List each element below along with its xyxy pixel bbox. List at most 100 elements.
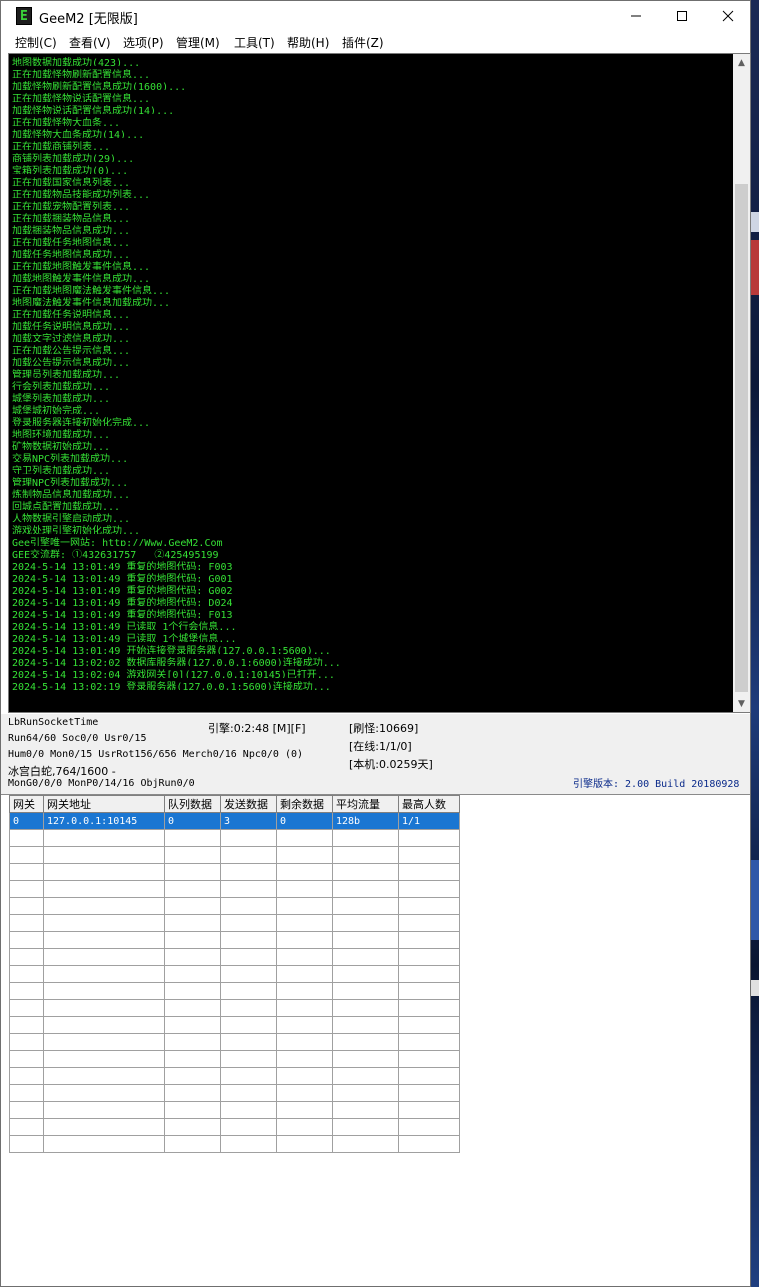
- maximize-button[interactable]: [659, 1, 705, 31]
- table-cell[interactable]: 0: [9, 812, 44, 830]
- table-cell-empty[interactable]: [43, 1084, 165, 1102]
- table-cell-empty[interactable]: [43, 931, 165, 949]
- table-cell-empty[interactable]: [332, 982, 399, 1000]
- table-cell-empty[interactable]: [398, 829, 460, 847]
- scroll-down-icon[interactable]: ▼: [733, 695, 750, 712]
- table-row-empty[interactable]: [9, 1118, 460, 1136]
- column-header[interactable]: 网关: [9, 795, 44, 813]
- table-cell-empty[interactable]: [220, 1050, 277, 1068]
- table-row-empty[interactable]: [9, 965, 460, 983]
- table-cell-empty[interactable]: [43, 829, 165, 847]
- table-cell[interactable]: 0: [164, 812, 221, 830]
- table-cell-empty[interactable]: [276, 846, 333, 864]
- table-cell-empty[interactable]: [220, 948, 277, 966]
- table-row-empty[interactable]: [9, 1101, 460, 1119]
- table-cell-empty[interactable]: [398, 1033, 460, 1051]
- table-cell-empty[interactable]: [164, 914, 221, 932]
- table-cell-empty[interactable]: [398, 965, 460, 983]
- table-cell-empty[interactable]: [276, 863, 333, 881]
- scroll-up-icon[interactable]: ▲: [733, 54, 750, 71]
- table-cell-empty[interactable]: [164, 965, 221, 983]
- table-cell-empty[interactable]: [332, 829, 399, 847]
- table-cell-empty[interactable]: [9, 948, 44, 966]
- table-cell-empty[interactable]: [332, 1050, 399, 1068]
- table-row-empty[interactable]: [9, 914, 460, 932]
- table-cell-empty[interactable]: [9, 914, 44, 932]
- table-cell-empty[interactable]: [164, 1101, 221, 1119]
- table-cell-empty[interactable]: [9, 999, 44, 1017]
- table-cell-empty[interactable]: [332, 1118, 399, 1136]
- column-header[interactable]: 发送数据: [220, 795, 277, 813]
- column-header[interactable]: 剩余数据: [276, 795, 333, 813]
- table-cell-empty[interactable]: [9, 1084, 44, 1102]
- table-cell-empty[interactable]: [9, 846, 44, 864]
- table-cell-empty[interactable]: [164, 1067, 221, 1085]
- table-cell-empty[interactable]: [276, 982, 333, 1000]
- table-cell-empty[interactable]: [220, 914, 277, 932]
- table-row-empty[interactable]: [9, 982, 460, 1000]
- table-cell-empty[interactable]: [43, 1033, 165, 1051]
- table-cell-empty[interactable]: [276, 1135, 333, 1153]
- table-cell-empty[interactable]: [9, 1101, 44, 1119]
- table-cell-empty[interactable]: [398, 897, 460, 915]
- table-row-empty[interactable]: [9, 880, 460, 898]
- table-cell-empty[interactable]: [220, 829, 277, 847]
- table-cell-empty[interactable]: [398, 914, 460, 932]
- table-cell-empty[interactable]: [43, 1016, 165, 1034]
- table-cell-empty[interactable]: [9, 880, 44, 898]
- table-cell-empty[interactable]: [332, 931, 399, 949]
- table-cell-empty[interactable]: [276, 999, 333, 1017]
- table-cell-empty[interactable]: [332, 1067, 399, 1085]
- table-cell-empty[interactable]: [276, 914, 333, 932]
- table-cell-empty[interactable]: [164, 880, 221, 898]
- table-cell-empty[interactable]: [398, 1016, 460, 1034]
- menu-control[interactable]: 控制(C): [15, 34, 57, 51]
- table-row-empty[interactable]: [9, 1016, 460, 1034]
- table-cell-empty[interactable]: [276, 1050, 333, 1068]
- table-cell-empty[interactable]: [332, 1135, 399, 1153]
- menu-manage[interactable]: 管理(M): [176, 34, 220, 51]
- column-header[interactable]: 队列数据: [164, 795, 221, 813]
- table-cell-empty[interactable]: [276, 948, 333, 966]
- title-bar[interactable]: E GeeM2 [无限版]: [1, 1, 750, 31]
- table-cell-empty[interactable]: [9, 1118, 44, 1136]
- table-cell-empty[interactable]: [398, 1135, 460, 1153]
- menu-options[interactable]: 选项(P): [123, 34, 164, 51]
- table-cell-empty[interactable]: [276, 1067, 333, 1085]
- table-cell-empty[interactable]: [220, 931, 277, 949]
- table-cell-empty[interactable]: [332, 1084, 399, 1102]
- table-cell-empty[interactable]: [276, 965, 333, 983]
- table-cell[interactable]: 0: [276, 812, 333, 830]
- table-cell-empty[interactable]: [332, 880, 399, 898]
- table-cell-empty[interactable]: [9, 1135, 44, 1153]
- table-cell-empty[interactable]: [43, 965, 165, 983]
- table-cell-empty[interactable]: [220, 1067, 277, 1085]
- table-cell-empty[interactable]: [220, 982, 277, 1000]
- column-header[interactable]: 最高人数: [398, 795, 460, 813]
- table-cell-empty[interactable]: [9, 965, 44, 983]
- table-cell-empty[interactable]: [398, 880, 460, 898]
- table-cell[interactable]: 3: [220, 812, 277, 830]
- table-cell-empty[interactable]: [276, 1101, 333, 1119]
- table-cell-empty[interactable]: [43, 846, 165, 864]
- table-cell-empty[interactable]: [164, 1016, 221, 1034]
- console-scrollbar[interactable]: ▲ ▼: [733, 54, 750, 712]
- table-row-empty[interactable]: [9, 1033, 460, 1051]
- table-cell-empty[interactable]: [276, 829, 333, 847]
- table-cell-empty[interactable]: [332, 948, 399, 966]
- table-row-empty[interactable]: [9, 1050, 460, 1068]
- table-cell-empty[interactable]: [164, 931, 221, 949]
- table-cell-empty[interactable]: [9, 897, 44, 915]
- table-cell[interactable]: 128b: [332, 812, 399, 830]
- table-row[interactable]: 0 127.0.0.1:10145 0 3 0 128b 1/1: [9, 812, 460, 830]
- minimize-button[interactable]: [613, 1, 659, 31]
- table-cell-empty[interactable]: [332, 1101, 399, 1119]
- table-row-empty[interactable]: [9, 829, 460, 847]
- table-cell-empty[interactable]: [9, 931, 44, 949]
- table-cell-empty[interactable]: [220, 897, 277, 915]
- table-cell-empty[interactable]: [9, 1067, 44, 1085]
- table-cell-empty[interactable]: [220, 1135, 277, 1153]
- table-row-empty[interactable]: [9, 863, 460, 881]
- table-cell[interactable]: 1/1: [398, 812, 460, 830]
- table-cell-empty[interactable]: [398, 982, 460, 1000]
